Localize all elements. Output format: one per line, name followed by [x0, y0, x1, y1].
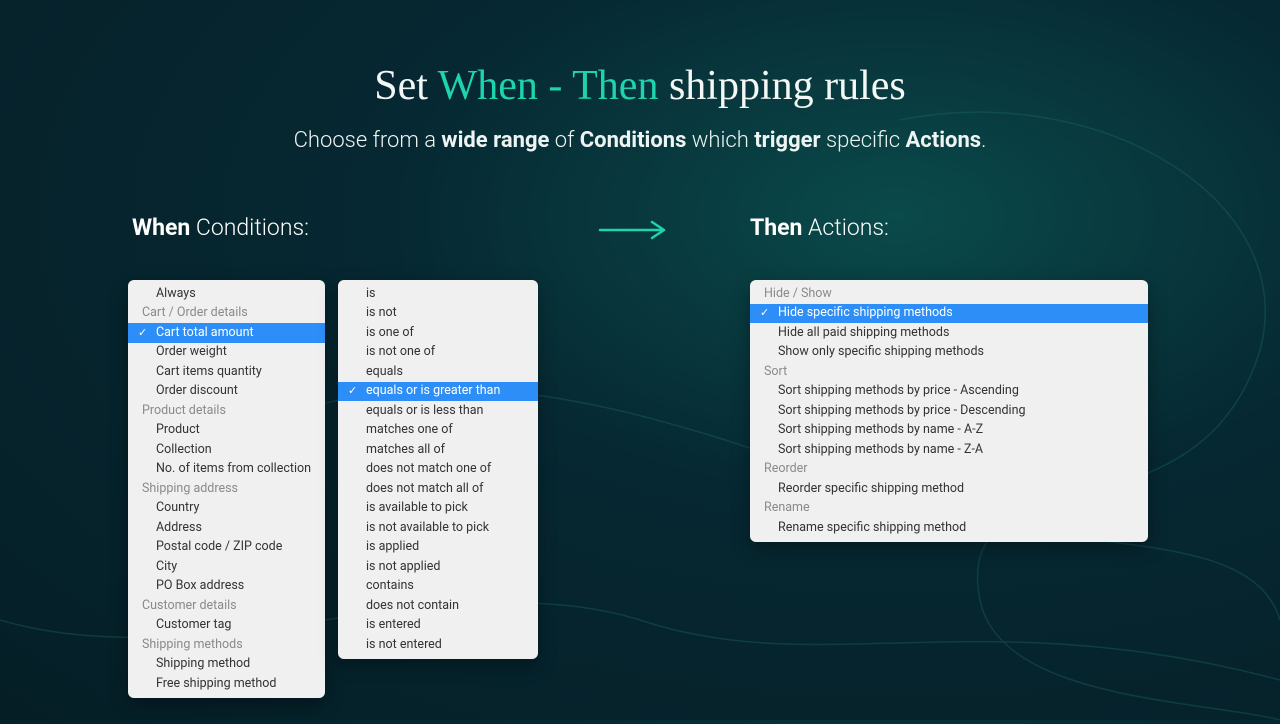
- condition-order-discount[interactable]: Order discount: [128, 382, 325, 402]
- condition-free-shipping[interactable]: Free shipping method: [128, 674, 325, 694]
- operator-equals[interactable]: equals: [338, 362, 538, 382]
- operator-equals-gte[interactable]: equals or is greater than: [338, 382, 538, 402]
- action-group-reorder: Reorder: [750, 460, 1148, 480]
- condition-order-weight[interactable]: Order weight: [128, 343, 325, 363]
- action-sort-name-za[interactable]: Sort shipping methods by name - Z-A: [750, 440, 1148, 460]
- action-sort-price-desc[interactable]: Sort shipping methods by price - Descend…: [750, 401, 1148, 421]
- action-hide-specific[interactable]: Hide specific shipping methods: [750, 304, 1148, 324]
- action-sort-name-az[interactable]: Sort shipping methods by name - A-Z: [750, 421, 1148, 441]
- condition-postal[interactable]: Postal code / ZIP code: [128, 538, 325, 558]
- then-section-label: Then Actions:: [750, 214, 889, 241]
- condition-customer-tag[interactable]: Customer tag: [128, 616, 325, 636]
- condition-always[interactable]: Always: [128, 284, 325, 304]
- page-subtitle: Choose from a wide range of Conditions w…: [0, 128, 1280, 153]
- operator-not-contain[interactable]: does not contain: [338, 596, 538, 616]
- operator-is-applied[interactable]: is applied: [338, 538, 538, 558]
- condition-address[interactable]: Address: [128, 518, 325, 538]
- operator-is-not-one-of[interactable]: is not one of: [338, 343, 538, 363]
- condition-city[interactable]: City: [128, 557, 325, 577]
- operators-dropdown[interactable]: is is not is one of is not one of equals…: [338, 280, 538, 659]
- operator-not-match-all[interactable]: does not match all of: [338, 479, 538, 499]
- action-rename-specific[interactable]: Rename specific shipping method: [750, 518, 1148, 538]
- condition-cart-qty[interactable]: Cart items quantity: [128, 362, 325, 382]
- operator-is-not[interactable]: is not: [338, 304, 538, 324]
- conditions-dropdown[interactable]: Always Cart / Order details Cart total a…: [128, 280, 325, 698]
- actions-dropdown[interactable]: Hide / Show Hide specific shipping metho…: [750, 280, 1148, 542]
- operator-is-entered[interactable]: is entered: [338, 616, 538, 636]
- operator-is-one-of[interactable]: is one of: [338, 323, 538, 343]
- page-title: Set When - Then shipping rules: [0, 62, 1280, 110]
- operator-is-not-entered[interactable]: is not entered: [338, 635, 538, 655]
- condition-group-product: Product details: [128, 401, 325, 421]
- condition-cart-total[interactable]: Cart total amount: [128, 323, 325, 343]
- title-pre: Set: [374, 63, 437, 109]
- action-hide-all-paid[interactable]: Hide all paid shipping methods: [750, 323, 1148, 343]
- operator-equals-lte[interactable]: equals or is less than: [338, 401, 538, 421]
- condition-group-customer: Customer details: [128, 596, 325, 616]
- action-group-sort: Sort: [750, 362, 1148, 382]
- title-accent: When - Then: [438, 63, 659, 109]
- operator-is-not-applied[interactable]: is not applied: [338, 557, 538, 577]
- operator-not-available-pick[interactable]: is not available to pick: [338, 518, 538, 538]
- action-sort-price-asc[interactable]: Sort shipping methods by price - Ascendi…: [750, 382, 1148, 402]
- operator-matches-one[interactable]: matches one of: [338, 421, 538, 441]
- operator-is[interactable]: is: [338, 284, 538, 304]
- condition-product[interactable]: Product: [128, 421, 325, 441]
- action-show-only[interactable]: Show only specific shipping methods: [750, 343, 1148, 363]
- condition-country[interactable]: Country: [128, 499, 325, 519]
- operator-not-match-one[interactable]: does not match one of: [338, 460, 538, 480]
- action-group-hide-show: Hide / Show: [750, 284, 1148, 304]
- title-post: shipping rules: [658, 63, 905, 109]
- arrow-right-icon: [598, 220, 668, 240]
- condition-group-shipping-methods: Shipping methods: [128, 635, 325, 655]
- condition-group-shipping-address: Shipping address: [128, 479, 325, 499]
- when-section-label: When Conditions:: [132, 214, 309, 241]
- operator-matches-all[interactable]: matches all of: [338, 440, 538, 460]
- action-group-rename: Rename: [750, 499, 1148, 519]
- condition-group-cart: Cart / Order details: [128, 304, 325, 324]
- condition-no-items-collection[interactable]: No. of items from collection: [128, 460, 325, 480]
- action-reorder-specific[interactable]: Reorder specific shipping method: [750, 479, 1148, 499]
- condition-collection[interactable]: Collection: [128, 440, 325, 460]
- condition-shipping-method[interactable]: Shipping method: [128, 655, 325, 675]
- operator-contains[interactable]: contains: [338, 577, 538, 597]
- operator-available-pick[interactable]: is available to pick: [338, 499, 538, 519]
- condition-pobox[interactable]: PO Box address: [128, 577, 325, 597]
